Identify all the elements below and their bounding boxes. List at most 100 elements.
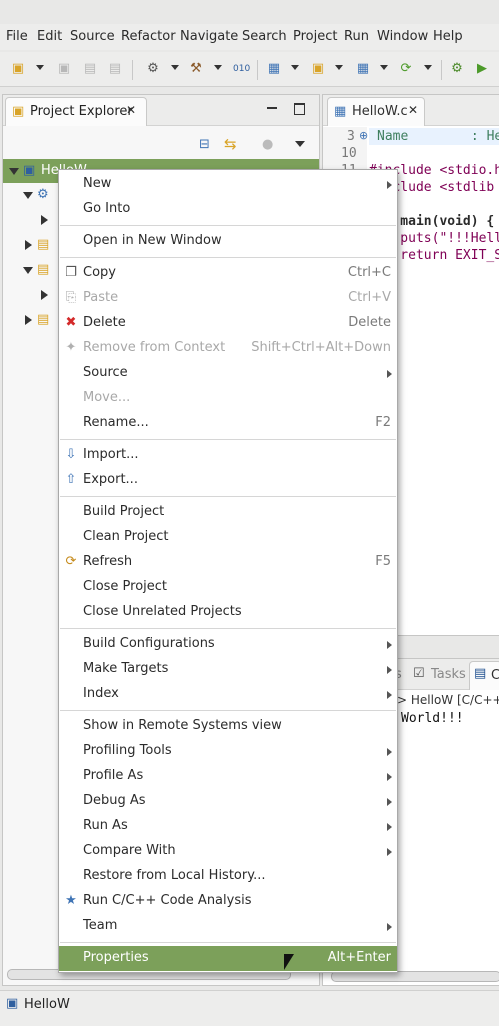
menu-item-remove-from-context: ✦ Remove from Context Shift+Ctrl+Alt+Down (59, 336, 397, 361)
menu-item-make-targets[interactable]: Make Targets (59, 657, 397, 682)
menu-item-go-into[interactable]: Go Into (59, 197, 397, 222)
debug-icon[interactable]: ⚙ (449, 61, 465, 77)
menu-navigate[interactable]: Navigate (180, 29, 238, 44)
editor-tab-bar: ▦ HelloW.c ✕ (323, 95, 499, 126)
menu-search[interactable]: Search (242, 29, 287, 44)
status-bar: ▣ HelloW (0, 990, 499, 1026)
run-icon[interactable]: ⟳ (398, 61, 414, 77)
menu-item-label: Move... (83, 390, 131, 405)
menu-run[interactable]: Run (344, 29, 369, 44)
menu-item-delete[interactable]: ✖ Delete Delete (59, 311, 397, 336)
menu-item-compare-with[interactable]: Compare With (59, 839, 397, 864)
menu-project[interactable]: Project (293, 29, 337, 44)
menu-item-run-c-c-code-analysis[interactable]: ★ Run C/C++ Code Analysis (59, 889, 397, 914)
expand-arrow-icon[interactable] (25, 315, 32, 325)
build-settings-icon[interactable]: ⚙ (145, 61, 161, 77)
close-tab-icon[interactable]: ✕ (126, 103, 136, 117)
binary-icon[interactable]: 010 (233, 61, 250, 77)
menu-item-debug-as[interactable]: Debug As (59, 789, 397, 814)
fold-expand-icon[interactable]: ⊕ (359, 129, 368, 142)
menu-item-new[interactable]: New (59, 172, 397, 197)
save-icon[interactable]: ▣ (56, 61, 72, 77)
menu-item-move: Move... (59, 386, 397, 411)
menu-item-profiling-tools[interactable]: Profiling Tools (59, 739, 397, 764)
expand-arrow-icon[interactable] (25, 240, 32, 250)
toolbar-separator (441, 60, 442, 80)
expand-arrow-icon[interactable] (23, 267, 33, 274)
toolbar-separator (132, 60, 133, 80)
hammer-build-icon[interactable]: ⚒ (188, 61, 204, 77)
submenu-arrow-icon (387, 823, 392, 831)
menu-item-label: Refresh (83, 554, 133, 569)
minimize-icon[interactable] (267, 107, 277, 109)
new-c-project-icon[interactable]: ▦ (266, 61, 282, 77)
tab-project-explorer-label: Project Explorer (30, 104, 133, 119)
menu-source[interactable]: Source (70, 29, 115, 44)
menu-item-profile-as[interactable]: Profile As (59, 764, 397, 789)
menu-help[interactable]: Help (433, 29, 463, 44)
submenu-arrow-icon (387, 848, 392, 856)
main-toolbar: ▣ ▣ ▤ ▤ ⚙ ⚒ 010 ▦ ▣ ▦ ⟳ ⚙ ▶ (0, 52, 499, 87)
menu-item-team[interactable]: Team (59, 914, 397, 939)
expand-arrow-icon[interactable] (41, 215, 48, 225)
new-dropdown-arrow-icon[interactable] (36, 65, 44, 70)
expand-arrow-icon[interactable] (23, 192, 33, 199)
close-tab-icon[interactable]: ✕ (408, 103, 418, 117)
filter-icon[interactable]: ● (262, 137, 273, 152)
c-project-icon: ▣ (6, 996, 19, 1011)
new-source-file-dropdown-icon[interactable] (380, 65, 388, 70)
menu-item-rename[interactable]: Rename... F2 (59, 411, 397, 436)
menu-item-index[interactable]: Index (59, 682, 397, 707)
includes-icon: ▤ (37, 237, 50, 252)
tab-hellow-c[interactable]: ▦ HelloW.c ✕ (327, 97, 425, 126)
new-c-project-dropdown-icon[interactable] (291, 65, 299, 70)
line-number: 3 (347, 129, 355, 144)
menu-item-label: Delete (83, 315, 126, 330)
menu-item-show-in-remote-systems-view[interactable]: Show in Remote Systems view (59, 714, 397, 739)
menu-item-close-unrelated-projects[interactable]: Close Unrelated Projects (59, 600, 397, 625)
submenu-arrow-icon (387, 666, 392, 674)
maximize-icon[interactable] (294, 103, 305, 115)
view-menu-icon[interactable] (295, 141, 305, 147)
menu-edit[interactable]: Edit (37, 29, 62, 44)
menu-item-import[interactable]: ⇩ Import... (59, 443, 397, 468)
new-source-folder-icon[interactable]: ▣ (310, 61, 326, 77)
expand-arrow-icon[interactable] (9, 168, 19, 175)
print-icon[interactable]: ▤ (107, 61, 123, 77)
menu-item-close-project[interactable]: Close Project (59, 575, 397, 600)
menu-window[interactable]: Window (377, 29, 428, 44)
menu-item-refresh[interactable]: ⟳ Refresh F5 (59, 550, 397, 575)
menu-item-source[interactable]: Source (59, 361, 397, 386)
build-settings-dropdown-icon[interactable] (171, 65, 179, 70)
run-dropdown-icon[interactable] (424, 65, 432, 70)
menu-item-build-project[interactable]: Build Project (59, 500, 397, 525)
menu-item-export[interactable]: ⇧ Export... (59, 468, 397, 493)
menu-refactor[interactable]: Refactor (121, 29, 176, 44)
new-source-file-icon[interactable]: ▦ (355, 61, 371, 77)
new-wizard-icon[interactable]: ▣ (10, 61, 26, 77)
menu-file[interactable]: File (6, 29, 28, 44)
menu-item-clean-project[interactable]: Clean Project (59, 525, 397, 550)
new-source-folder-dropdown-icon[interactable] (335, 65, 343, 70)
menu-item-open-in-new-window[interactable]: Open in New Window (59, 229, 397, 254)
menu-item-restore-from-local-history[interactable]: Restore from Local History... (59, 864, 397, 889)
export-icon: ⇧ (65, 472, 77, 487)
link-with-editor-icon[interactable]: ⇆ (224, 135, 237, 153)
run-last-icon[interactable]: ▶ (474, 61, 490, 77)
tab-tasks[interactable]: Tasks (431, 667, 466, 682)
tab-console-label: C (491, 668, 499, 683)
menu-item-label: Export... (83, 472, 138, 487)
tab-console[interactable]: ▤ C (469, 661, 499, 690)
build-dropdown-icon[interactable] (214, 65, 222, 70)
import-icon: ⇩ (65, 447, 77, 462)
menu-item-copy[interactable]: ❐ Copy Ctrl+C (59, 261, 397, 286)
tab-project-explorer[interactable]: ▣ Project Explorer ✕ (5, 97, 147, 126)
menu-item-properties[interactable]: Properties Alt+Enter (59, 946, 397, 971)
menu-item-run-as[interactable]: Run As (59, 814, 397, 839)
expand-arrow-icon[interactable] (41, 290, 48, 300)
menu-item-build-configurations[interactable]: Build Configurations (59, 632, 397, 657)
menu-separator (60, 439, 396, 440)
collapse-all-icon[interactable]: ⊟ (199, 137, 210, 152)
save-all-icon[interactable]: ▤ (82, 61, 98, 77)
remove-context-icon: ✦ (65, 340, 77, 355)
